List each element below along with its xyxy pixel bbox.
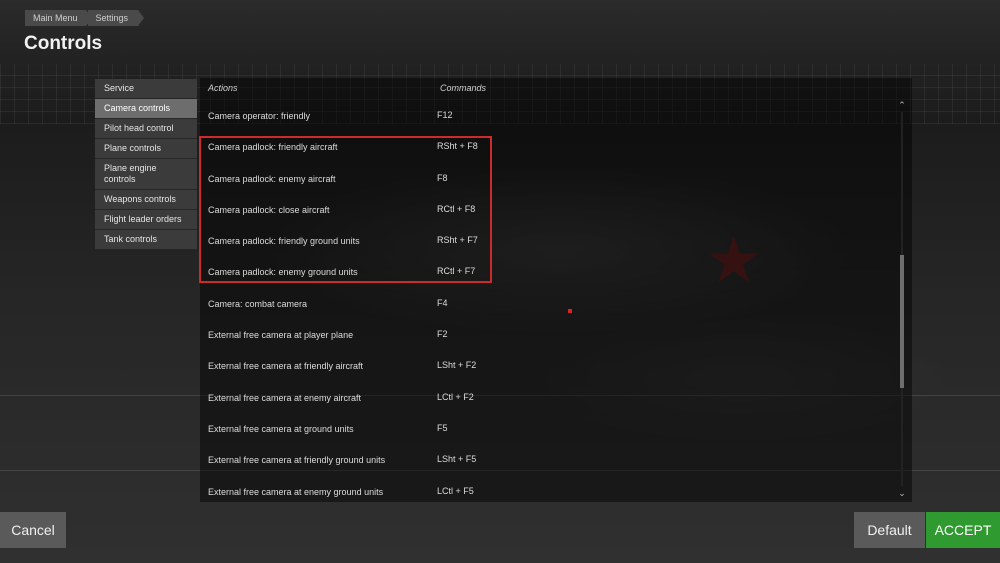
scroll-thumb[interactable] bbox=[900, 255, 904, 388]
sidebar: Service Camera controls Pilot head contr… bbox=[95, 79, 197, 250]
table-row[interactable]: External free camera at enemy ground uni… bbox=[200, 476, 900, 507]
chevron-down-icon[interactable]: ⌄ bbox=[897, 488, 907, 498]
table-row[interactable]: External free camera at enemy aircraft LC… bbox=[200, 382, 900, 413]
table-scrollbar[interactable]: ⌃ ⌄ bbox=[897, 100, 907, 498]
sidebar-item-flight-leader-orders[interactable]: Flight leader orders bbox=[95, 210, 197, 230]
sidebar-item-service[interactable]: Service bbox=[95, 79, 197, 99]
breadcrumb: Main Menu Settings bbox=[25, 10, 144, 26]
action-label: External free camera at player plane bbox=[208, 330, 354, 341]
sidebar-item-pilot-head-control[interactable]: Pilot head control bbox=[95, 119, 197, 139]
action-label: External free camera at ground units bbox=[208, 423, 354, 434]
action-label: External free camera at friendly ground … bbox=[208, 455, 386, 466]
command-binding[interactable]: LCtl + F5 bbox=[437, 486, 474, 496]
table-row[interactable]: Camera operator: friendly F12 bbox=[200, 100, 900, 131]
padlock-highlight-box bbox=[199, 136, 492, 283]
table-row[interactable]: Camera: combat camera F4 bbox=[200, 288, 900, 319]
sidebar-item-tank-controls[interactable]: Tank controls bbox=[95, 230, 197, 250]
table-row[interactable]: External free camera at friendly ground … bbox=[200, 444, 900, 475]
command-binding[interactable]: F12 bbox=[437, 110, 453, 120]
column-header-actions: Actions bbox=[208, 83, 238, 93]
breadcrumb-main-menu[interactable]: Main Menu bbox=[25, 10, 92, 26]
action-label: External free camera at enemy ground uni… bbox=[208, 486, 384, 497]
command-binding[interactable]: F2 bbox=[437, 329, 448, 339]
cancel-button[interactable]: Cancel bbox=[0, 512, 66, 548]
table-row[interactable]: External free camera at player plane F2 bbox=[200, 319, 900, 350]
sidebar-item-camera-controls[interactable]: Camera controls bbox=[95, 99, 197, 119]
command-binding[interactable]: F4 bbox=[437, 298, 448, 308]
chevron-up-icon[interactable]: ⌃ bbox=[897, 100, 907, 110]
sidebar-item-plane-engine-controls[interactable]: Plane engine controls bbox=[95, 159, 197, 190]
command-binding[interactable]: LSht + F2 bbox=[437, 360, 476, 370]
cursor-marker bbox=[568, 309, 572, 313]
command-binding[interactable]: F5 bbox=[437, 423, 448, 433]
command-binding[interactable]: LCtl + F2 bbox=[437, 392, 474, 402]
action-label: External free camera at friendly aircraf… bbox=[208, 361, 364, 372]
action-label: Camera operator: friendly bbox=[208, 111, 311, 121]
command-binding[interactable]: LSht + F5 bbox=[437, 454, 476, 464]
table-row[interactable]: External free camera at ground units F5 bbox=[200, 413, 900, 444]
breadcrumb-settings[interactable]: Settings bbox=[87, 10, 144, 26]
action-label: Camera: combat camera bbox=[208, 298, 308, 309]
column-header-commands: Commands bbox=[440, 83, 487, 93]
accept-button[interactable]: ACCEPT bbox=[926, 512, 1000, 548]
sidebar-item-weapons-controls[interactable]: Weapons controls bbox=[95, 190, 197, 210]
default-button[interactable]: Default bbox=[854, 512, 925, 548]
table-row[interactable]: External free camera at friendly aircraf… bbox=[200, 350, 900, 381]
action-label: External free camera at enemy aircraft bbox=[208, 392, 362, 403]
sidebar-item-plane-controls[interactable]: Plane controls bbox=[95, 139, 197, 159]
page-title: Controls bbox=[24, 33, 103, 54]
